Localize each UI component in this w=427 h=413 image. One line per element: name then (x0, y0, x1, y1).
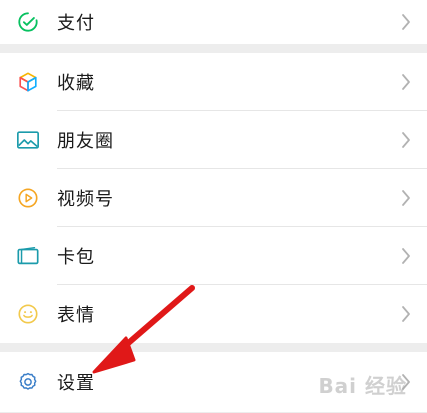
favorites-cube-icon (16, 70, 40, 94)
chevron-right-icon (402, 190, 410, 206)
menu-item-channels-label: 视频号 (57, 189, 114, 210)
pay-group: 支付 (0, 0, 427, 44)
smiley-icon (16, 302, 40, 326)
gear-icon (16, 370, 40, 394)
menu-item-cards-label: 卡包 (57, 247, 95, 268)
menu-item-settings-label: 设置 (57, 373, 95, 394)
chevron-right-icon (402, 306, 410, 322)
menu-item-favorites[interactable]: 收藏 (0, 53, 427, 111)
menu-item-favorites-label: 收藏 (57, 73, 95, 94)
chevron-right-icon (402, 14, 410, 30)
menu-item-stickers[interactable]: 表情 (0, 285, 427, 343)
chevron-right-icon (402, 248, 410, 264)
pay-icon (16, 10, 40, 34)
menu-item-moments[interactable]: 朋友圈 (0, 111, 427, 169)
chevron-right-icon (402, 74, 410, 90)
baidu-jingyan-watermark: Bai 经验 (318, 374, 407, 398)
menu-item-pay[interactable]: 支付 (0, 0, 427, 44)
menu-item-moments-label: 朋友圈 (57, 131, 114, 152)
menu-item-pay-label: 支付 (57, 13, 95, 34)
section-gap (0, 343, 427, 352)
chevron-right-icon (402, 132, 410, 148)
menu-item-stickers-label: 表情 (57, 305, 95, 326)
card-wallet-icon (16, 244, 40, 268)
menu-item-cards[interactable]: 卡包 (0, 227, 427, 285)
channels-play-icon (16, 186, 40, 210)
moments-image-icon (16, 128, 40, 152)
wechat-me-page: 支付 收藏 朋友圈 视频号 卡包 表情 设置 Bai 经验 (0, 0, 427, 413)
services-group: 收藏 朋友圈 视频号 卡包 表情 (0, 53, 427, 343)
menu-item-channels[interactable]: 视频号 (0, 169, 427, 227)
section-gap (0, 44, 427, 53)
